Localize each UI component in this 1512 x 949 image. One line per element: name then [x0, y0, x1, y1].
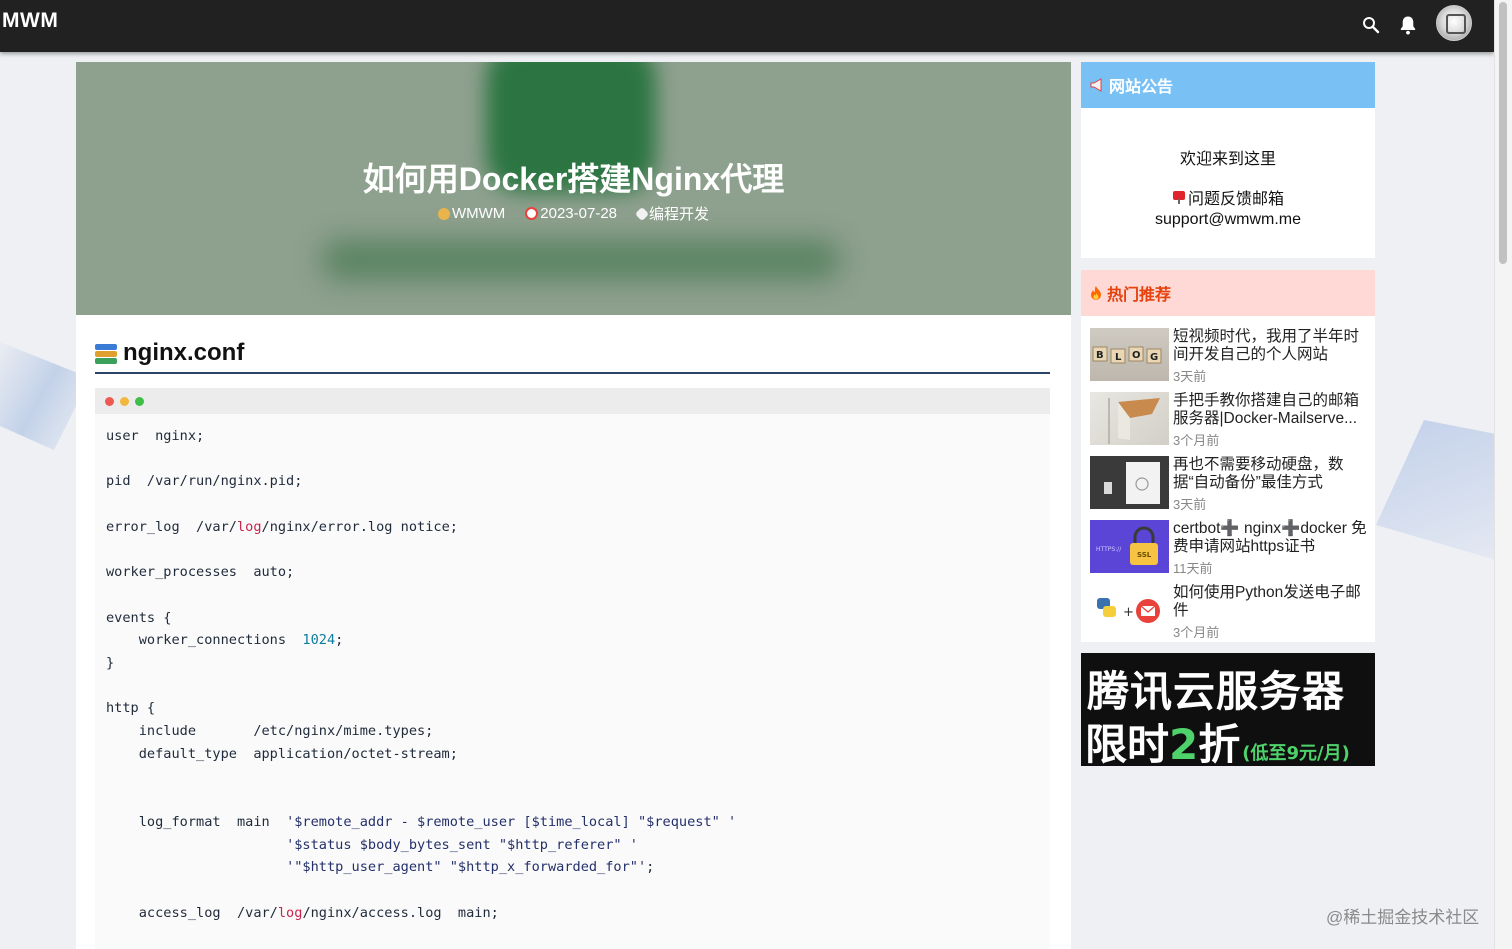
author-name: WMWM — [451, 205, 506, 222]
code-content: user nginx; pid /var/run/nginx.pid; erro… — [106, 428, 737, 921]
bell-icon[interactable] — [1395, 12, 1421, 38]
author-meta[interactable]: WMWM — [437, 203, 506, 224]
ad-text-b: 2 — [1169, 720, 1199, 769]
tencent-cloud-ad[interactable]: 腾讯云服务器 限时 2 折 (低至9元/月) — [1081, 653, 1375, 769]
megaphone-icon — [1090, 78, 1102, 92]
books-icon — [95, 342, 117, 364]
hot-list: B L O G 短视频时代，我用了半年时间开发自己的个人网站 3天前 手把手教你… — [1081, 316, 1375, 644]
svg-text:L: L — [1115, 352, 1122, 363]
ad-subline: 限时 2 折 (低至9元/月) — [1085, 711, 1350, 772]
hot-item-title[interactable]: 如何使用Python发送电子邮件 — [1173, 584, 1369, 620]
hot-item-time: 3个月前 — [1173, 625, 1220, 640]
section-heading: nginx.conf — [95, 334, 1050, 374]
notice-card: 网站公告 欢迎来到这里 问题反馈邮箱 support@wmwm.me — [1081, 62, 1375, 258]
svg-text:HTTPS://: HTTPS:// — [1096, 546, 1122, 553]
ssl-lock-image[interactable]: HTTPS:// SSL — [1090, 520, 1169, 573]
svg-text:SSL: SSL — [1137, 551, 1152, 559]
hot-item[interactable]: B L O G 短视频时代，我用了半年时间开发自己的个人网站 3天前 — [1081, 324, 1375, 388]
minimize-dot-icon — [120, 396, 129, 406]
tag-icon — [634, 206, 650, 221]
ad-text-c: 折 — [1198, 720, 1241, 769]
article-meta: WMWM 2023-07-28 编程开发 — [76, 203, 1071, 224]
hero-background-blur — [321, 240, 841, 280]
hot-item[interactable]: HTTPS:// SSL certbot➕ nginx➕docker 免费申请网站… — [1081, 516, 1375, 580]
section-heading-text: nginx.conf — [123, 339, 245, 366]
search-icon[interactable] — [1358, 12, 1384, 38]
notice-title: 网站公告 — [1109, 79, 1174, 96]
hot-item-title[interactable]: 短视频时代，我用了半年时间开发自己的个人网站 — [1173, 328, 1369, 364]
hot-item[interactable]: 手把手教你搭建自己的邮箱服务器|Docker-Mailserve... 3个月前 — [1081, 388, 1375, 452]
scrollbar-thumb[interactable] — [1499, 2, 1507, 264]
author-icon — [437, 207, 450, 220]
feedback-label-row: 问题反馈邮箱 — [1081, 185, 1375, 209]
watermark: @稀土掘金技术社区 — [1326, 908, 1480, 927]
hot-posts-card: 热门推荐 B L O G 短视频时代，我用了半年时间开发自己的个人网站 3天前 … — [1081, 270, 1375, 642]
notice-body: 欢迎来到这里 问题反馈邮箱 support@wmwm.me — [1081, 145, 1375, 229]
code-block[interactable]: user nginx; pid /var/run/nginx.pid; erro… — [95, 388, 1050, 949]
hot-title: 热门推荐 — [1107, 287, 1172, 304]
category-meta[interactable]: 编程开发 — [634, 203, 710, 224]
envelope-image[interactable] — [1090, 392, 1169, 445]
hot-header: 热门推荐 — [1081, 270, 1375, 316]
alarm-clock-icon — [525, 207, 539, 220]
notice-header: 网站公告 — [1081, 62, 1375, 108]
hot-item-title[interactable]: certbot➕ nginx➕docker 免费申请网站https证书 — [1173, 520, 1369, 556]
feedback-email[interactable]: support@wmwm.me — [1081, 211, 1375, 229]
code-window-bar — [95, 388, 1050, 414]
site-brand[interactable]: MWM — [2, 9, 58, 33]
article-main: 如何用Docker搭建Nginx代理 WMWM 2023-07-28 编程开发 … — [76, 62, 1071, 949]
python-mail-image[interactable]: + — [1090, 584, 1169, 637]
hot-item-title[interactable]: 再也不需要移动硬盘，数据“自动备份”最佳方式 — [1173, 456, 1369, 492]
hot-item[interactable]: 再也不需要移动硬盘，数据“自动备份”最佳方式 3天前 — [1081, 452, 1375, 516]
hot-item[interactable]: + 如何使用Python发送电子邮件 3个月前 — [1081, 580, 1375, 644]
hot-item-time: 11天前 — [1173, 561, 1213, 576]
article-hero: 如何用Docker搭建Nginx代理 WMWM 2023-07-28 编程开发 — [76, 62, 1071, 315]
hot-item-time: 3天前 — [1173, 497, 1207, 512]
svg-text:G: G — [1150, 352, 1158, 363]
top-navbar: MWM — [0, 0, 1494, 52]
hot-item-time: 3个月前 — [1173, 433, 1220, 448]
mailbox-icon — [1172, 191, 1185, 204]
maximize-dot-icon — [135, 396, 144, 406]
background-decoration-right — [1376, 420, 1496, 560]
svg-text:O: O — [1132, 350, 1141, 361]
fire-icon — [1091, 286, 1101, 300]
close-dot-icon — [105, 396, 114, 406]
svg-text:+: + — [1123, 605, 1134, 620]
feedback-label: 问题反馈邮箱 — [1187, 191, 1284, 208]
avatar[interactable] — [1436, 5, 1472, 41]
blog-blocks-image[interactable]: B L O G — [1090, 328, 1169, 381]
svg-text:B: B — [1096, 350, 1104, 361]
page-scrollbar[interactable] — [1494, 0, 1512, 949]
hot-item-time: 3天前 — [1173, 369, 1207, 384]
ad-text-a: 限时 — [1085, 720, 1170, 769]
nas-device-image[interactable] — [1090, 456, 1169, 509]
hot-item-title[interactable]: 手把手教你搭建自己的邮箱服务器|Docker-Mailserve... — [1173, 392, 1369, 428]
notice-welcome: 欢迎来到这里 — [1179, 151, 1276, 168]
article-title: 如何用Docker搭建Nginx代理 — [362, 161, 785, 197]
post-date: 2023-07-28 — [540, 205, 618, 222]
date-meta: 2023-07-28 — [525, 203, 617, 224]
post-category: 编程开发 — [649, 206, 710, 223]
ad-headline: 腾讯云服务器 — [1087, 667, 1346, 716]
ad-text-d: (低至9元/月) — [1242, 743, 1350, 764]
